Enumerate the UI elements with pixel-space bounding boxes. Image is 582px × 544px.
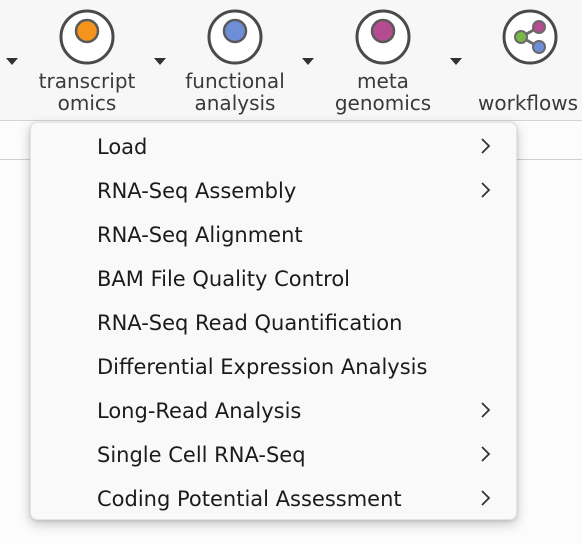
- menu-item-label: RNA-Seq Assembly: [97, 179, 297, 203]
- tool-label-line2: analysis: [194, 91, 276, 115]
- menu-item-label: RNA-Seq Alignment: [97, 223, 303, 247]
- tool-label: workflows: [462, 92, 582, 114]
- menu-item-label: Load: [97, 135, 148, 159]
- menu-item-bam-file-quality-control[interactable]: BAM File Quality Control: [31, 257, 516, 301]
- workflows-tool-button[interactable]: workflows: [472, 0, 582, 118]
- caret-down-icon[interactable]: [154, 58, 166, 65]
- menu-item-load[interactable]: Load: [31, 125, 516, 169]
- chevron-right-icon: [481, 446, 491, 462]
- tool-label-line1: functional: [185, 69, 285, 93]
- menu-item-rna-seq-assembly[interactable]: RNA-Seq Assembly: [31, 169, 516, 213]
- tool-label-line2: genomics: [334, 91, 432, 115]
- tool-label-line1: transcript: [38, 69, 136, 93]
- menu-item-label: Coding Potential Assessment: [97, 487, 402, 511]
- caret-down-icon[interactable]: [6, 58, 18, 65]
- menu-item-differential-expression-analysis[interactable]: Differential Expression Analysis: [31, 345, 516, 389]
- menu-item-rna-seq-alignment[interactable]: RNA-Seq Alignment: [31, 213, 516, 257]
- transcriptomics-tool-button[interactable]: transcript omics: [27, 0, 147, 118]
- functional-analysis-tool-button[interactable]: functional analysis: [175, 0, 295, 118]
- menu-item-label: RNA-Seq Read Quantification: [97, 311, 403, 335]
- transcriptomics-icon: [59, 9, 115, 65]
- menu-item-single-cell-rna-seq[interactable]: Single Cell RNA-Seq: [31, 433, 516, 477]
- workflows-icon: [502, 9, 558, 65]
- menu-item-label: BAM File Quality Control: [97, 267, 351, 291]
- chevron-right-icon: [481, 490, 491, 506]
- menu-item-label: Long-Read Analysis: [97, 399, 302, 423]
- transcriptomics-dropdown-menu: Load RNA-Seq Assembly RNA-Seq Alignment …: [30, 122, 517, 520]
- tool-label: functional analysis: [165, 70, 305, 114]
- app-window: transcript omics functional analysis met…: [0, 0, 582, 544]
- tool-label: meta genomics: [313, 70, 453, 114]
- toolbar-divider: [0, 120, 582, 121]
- menu-item-coding-potential-assessment[interactable]: Coding Potential Assessment: [31, 477, 516, 521]
- tool-label-line1: meta: [357, 69, 409, 93]
- menu-item-long-read-analysis[interactable]: Long-Read Analysis: [31, 389, 516, 433]
- caret-down-icon[interactable]: [450, 58, 462, 65]
- metagenomics-icon: [355, 9, 411, 65]
- tool-label: transcript omics: [17, 70, 157, 114]
- menu-item-label: Single Cell RNA-Seq: [97, 443, 306, 467]
- chevron-right-icon: [481, 138, 491, 154]
- caret-down-icon[interactable]: [302, 58, 314, 65]
- functional-analysis-icon: [207, 9, 263, 65]
- menu-item-label: Differential Expression Analysis: [97, 355, 428, 379]
- chevron-right-icon: [481, 402, 491, 418]
- chevron-right-icon: [481, 182, 491, 198]
- metagenomics-tool-button[interactable]: meta genomics: [323, 0, 443, 118]
- toolbar: transcript omics functional analysis met…: [0, 0, 582, 120]
- menu-item-rna-seq-read-quantification[interactable]: RNA-Seq Read Quantification: [31, 301, 516, 345]
- tool-label-line2: omics: [57, 91, 117, 115]
- tool-label-line1: workflows: [478, 91, 579, 115]
